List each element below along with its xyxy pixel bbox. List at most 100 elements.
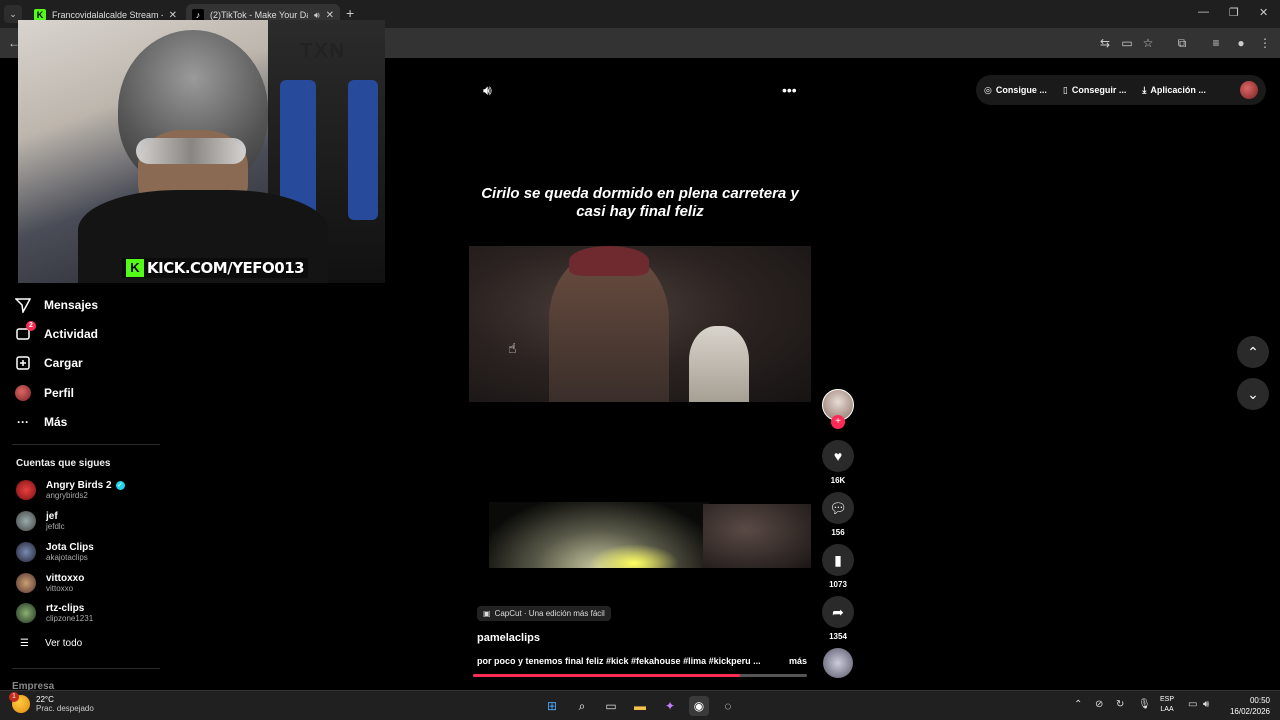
volume-icon[interactable]: 🔊︎ [1203,699,1209,710]
following-handle: jefdlc [46,522,65,531]
close-icon[interactable]: ✕ [326,10,334,21]
task-view-icon[interactable]: ▭ [601,696,621,716]
like-count: 16K [830,476,846,485]
bookmark-star-icon[interactable]: ☆ [1140,35,1156,51]
divider [12,668,160,669]
capcut-tag[interactable]: ▣ CapCut · Una edición más fácil [477,606,611,621]
following-handle: akajotaclips [46,553,88,562]
minimize-icon[interactable]: — [1198,6,1209,18]
following-handle: angrybirds2 [46,491,88,500]
sidebar-item-label: Perfil [44,386,75,400]
sidebar-item-cargar[interactable]: Cargar [14,354,83,372]
following-handle: vittoxxo [46,584,74,593]
chevron-up-icon[interactable]: ⌃ [1074,699,1082,710]
avatar [16,573,36,593]
clock[interactable]: 00:50 16/02/2026 [1224,695,1270,717]
close-window-icon[interactable]: ✕ [1259,6,1268,19]
sidebar-item-perfil[interactable]: Perfil [14,384,74,402]
sidebar-item-mensajes[interactable]: Mensajes [14,296,98,314]
chevron-down-icon[interactable]: ⌄ [1237,378,1269,410]
windows-taskbar: 1 22°C Prac. despejado ⊞ ⌕ ▭ ▬ ✦ ◉ ◌ ⌃ ⊘… [0,690,1280,720]
video-title: Cirilo se queda dormido en plena carrete… [481,185,799,220]
capcut-icon: ▣ [483,609,491,618]
profile-icon[interactable]: ● [1233,35,1249,51]
more-options-icon[interactable]: ••• [782,82,797,98]
following-item[interactable]: vittoxxo vittoxxo [16,573,84,593]
following-item[interactable]: rtz-clips clipzone1231 [16,603,93,623]
video-frame-bottom[interactable] [469,402,811,568]
file-explorer-icon[interactable]: ▬ [630,696,650,716]
notification-badge: 1 [9,692,19,702]
clock-time: 00:50 [1249,696,1270,705]
following-section-title: Cuentas que sigues [16,458,111,469]
video-frame-top[interactable] [469,246,811,402]
following-item[interactable]: jef jefdlc [16,511,65,531]
sidebar-item-label: Cargar [44,356,83,370]
windows-start-icon[interactable]: ⊞ [542,696,562,716]
sidebar-item-label: Actividad [44,327,99,341]
verified-icon: ✓ [115,481,125,490]
new-tab-button[interactable]: + [346,5,354,21]
search-icon[interactable]: ⌕ [572,696,592,716]
display-icon[interactable]: ▭ [1188,699,1197,710]
paper-plane-icon [14,296,32,314]
speaker-icon[interactable]: 🔊︎ [314,10,320,21]
video-progress-bar[interactable] [473,674,807,677]
comment-button[interactable]: 💬︎ [822,492,854,524]
volume-icon[interactable]: 🔊︎ [483,82,492,99]
reading-list-icon[interactable]: ≡ [1208,35,1224,51]
clock-date: 16/02/2026 [1229,707,1270,716]
cast-icon[interactable]: ▭ [1119,35,1135,51]
chair-logo: TXN [300,40,346,62]
kick-banner: K KICK.COM/YEFO013 [122,258,309,278]
tab-title: Francovidalalcalde Stream - Wa [52,10,163,20]
phone-icon: ▯ [1062,84,1068,95]
microphone-icon[interactable]: 🎙︎ [1138,699,1151,710]
comment-count: 156 [831,528,845,537]
video-author[interactable]: pamelaclips [477,632,540,644]
translate-icon[interactable]: ⇆ [1097,35,1113,51]
chevron-up-icon[interactable]: ⌃ [1237,336,1269,368]
following-name: rtz-clips [46,603,85,614]
following-name: Jota Clips [46,542,94,553]
avatar [16,603,36,623]
menu-icon[interactable]: ⋮ [1257,35,1273,51]
chrome-icon[interactable]: ◉ [689,696,709,716]
weather-temp: 22°C [36,695,54,704]
following-item[interactable]: Jota Clips akajotaclips [16,542,94,562]
following-name: vittoxxo [46,573,85,584]
comment-icon: 💬︎ [829,499,847,516]
heart-icon: ♥ [833,448,843,464]
weather-widget[interactable]: 1 22°C Prac. despejado [9,692,94,713]
extensions-icon[interactable]: ⧉ [1174,35,1190,51]
top-action-label: Aplicación ... [1150,85,1206,95]
sync-icon[interactable]: ↻ [1116,699,1124,710]
caption-text: por poco y tenemos final feliz #kick #fe… [477,656,761,666]
avatar[interactable] [1240,81,1258,99]
caption-more-link[interactable]: más [789,656,807,666]
tab-title: (2)TikTok - Make Your Day [210,10,308,20]
save-button[interactable]: ▮ [822,544,854,576]
sidebar-item-actividad[interactable]: 2 Actividad [14,321,99,343]
see-all-button[interactable]: ☰ Ver todo [20,638,82,649]
tray-app-icon[interactable]: ⊘ [1095,699,1103,710]
music-disc-icon[interactable] [823,648,853,678]
download-app-button[interactable]: ⤓ Aplicación ... [1142,85,1206,96]
copilot-icon[interactable]: ✦ [660,696,680,716]
get-coins-button[interactable]: ◎ Consigue ... [984,85,1047,96]
mouse-cursor-icon: ☝ [508,340,517,356]
restore-icon[interactable]: ❐ [1229,6,1239,19]
sidebar-item-label: Más [44,415,68,429]
sidebar-item-mas[interactable]: ··· Más [14,413,67,431]
get-app-button[interactable]: ▯ Conseguir ... [1063,85,1126,96]
share-count: 1354 [829,632,847,641]
see-all-label: Ver todo [44,638,83,649]
language-indicator[interactable]: ESP LAA [1160,695,1174,715]
follow-plus-icon[interactable]: + [831,415,845,429]
dots-icon: ··· [17,415,29,429]
like-button[interactable]: ♥ [822,440,854,472]
obs-icon[interactable]: ◌ [718,696,738,716]
share-button[interactable]: ➦ [822,596,854,628]
close-icon[interactable]: ✕ [169,10,177,21]
following-item[interactable]: Angry Birds 2 ✓ angrybirds2 [16,480,125,500]
